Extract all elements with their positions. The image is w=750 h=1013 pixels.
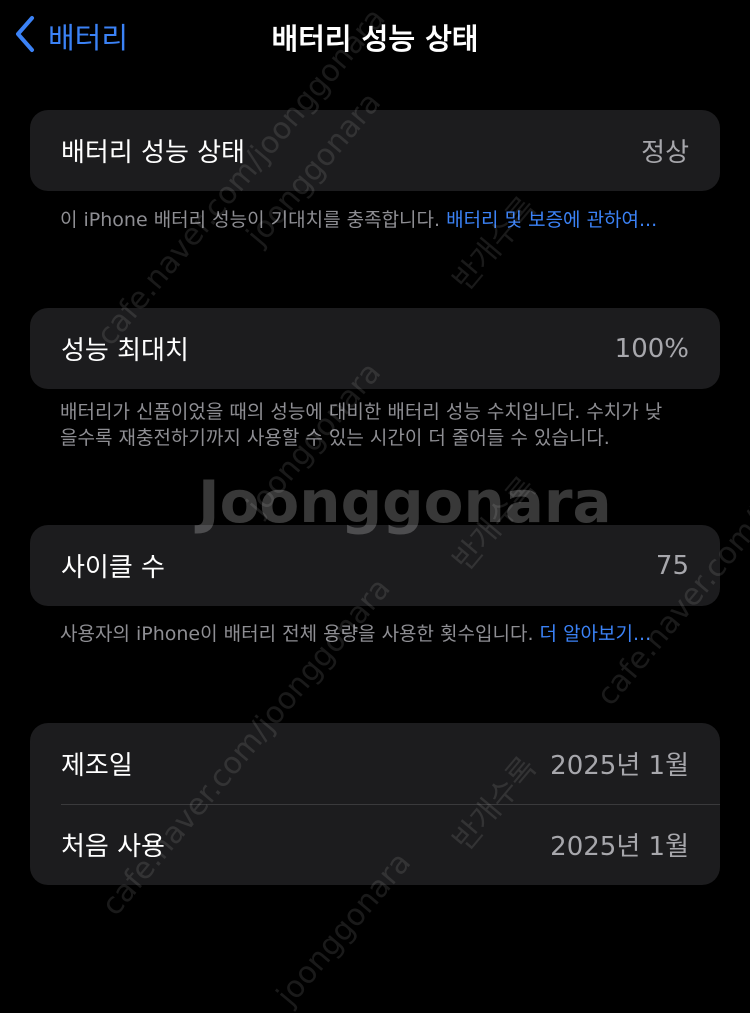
- manufactured-row: 제조일 2025년 1월: [30, 723, 720, 804]
- cycle-row: 사이클 수 75: [30, 525, 720, 606]
- manufactured-label: 제조일: [61, 751, 133, 781]
- cycle-value: 75: [655, 550, 689, 581]
- first-use-value: 2025년 1월: [550, 832, 689, 862]
- cycle-note: 사용자의 iPhone이 배터리 전체 용량을 사용한 횟수입니다. 더 알아보…: [60, 621, 670, 647]
- watermark-tag: 반개수록: [446, 190, 544, 298]
- health-row: 배터리 성능 상태 정상: [30, 110, 720, 191]
- health-value: 정상: [641, 138, 689, 168]
- cycle-label: 사이클 수: [61, 553, 165, 583]
- learn-more-link[interactable]: 더 알아보기...: [540, 623, 652, 645]
- cycle-note-text: 사용자의 iPhone이 배터리 전체 용량을 사용한 횟수입니다.: [60, 623, 540, 645]
- manufactured-value: 2025년 1월: [550, 751, 689, 781]
- warranty-link[interactable]: 배터리 및 보증에 관하여...: [446, 209, 657, 231]
- capacity-value: 100%: [614, 333, 689, 364]
- health-card: 배터리 성능 상태 정상: [30, 110, 720, 191]
- capacity-note: 배터리가 신품이었을 때의 성능에 대비한 배터리 성능 수치입니다. 수치가 …: [60, 401, 663, 449]
- first-use-row: 처음 사용 2025년 1월: [30, 804, 720, 885]
- capacity-card: 성능 최대치 100%: [30, 308, 720, 389]
- cycle-card: 사이클 수 75: [30, 525, 720, 606]
- nav-bar: 배터리 배터리 성능 상태: [0, 0, 750, 72]
- capacity-row: 성능 최대치 100%: [30, 308, 720, 389]
- dates-card: 제조일 2025년 1월 처음 사용 2025년 1월: [30, 723, 720, 885]
- first-use-label: 처음 사용: [61, 832, 165, 862]
- health-label: 배터리 성능 상태: [61, 138, 245, 168]
- capacity-label: 성능 최대치: [61, 336, 189, 366]
- page-title: 배터리 성능 상태: [271, 22, 479, 56]
- health-note: 이 iPhone 배터리 성능이 기대치를 충족합니다. 배터리 및 보증에 관…: [60, 207, 670, 233]
- health-note-text: 이 iPhone 배터리 성능이 기대치를 충족합니다.: [60, 209, 447, 231]
